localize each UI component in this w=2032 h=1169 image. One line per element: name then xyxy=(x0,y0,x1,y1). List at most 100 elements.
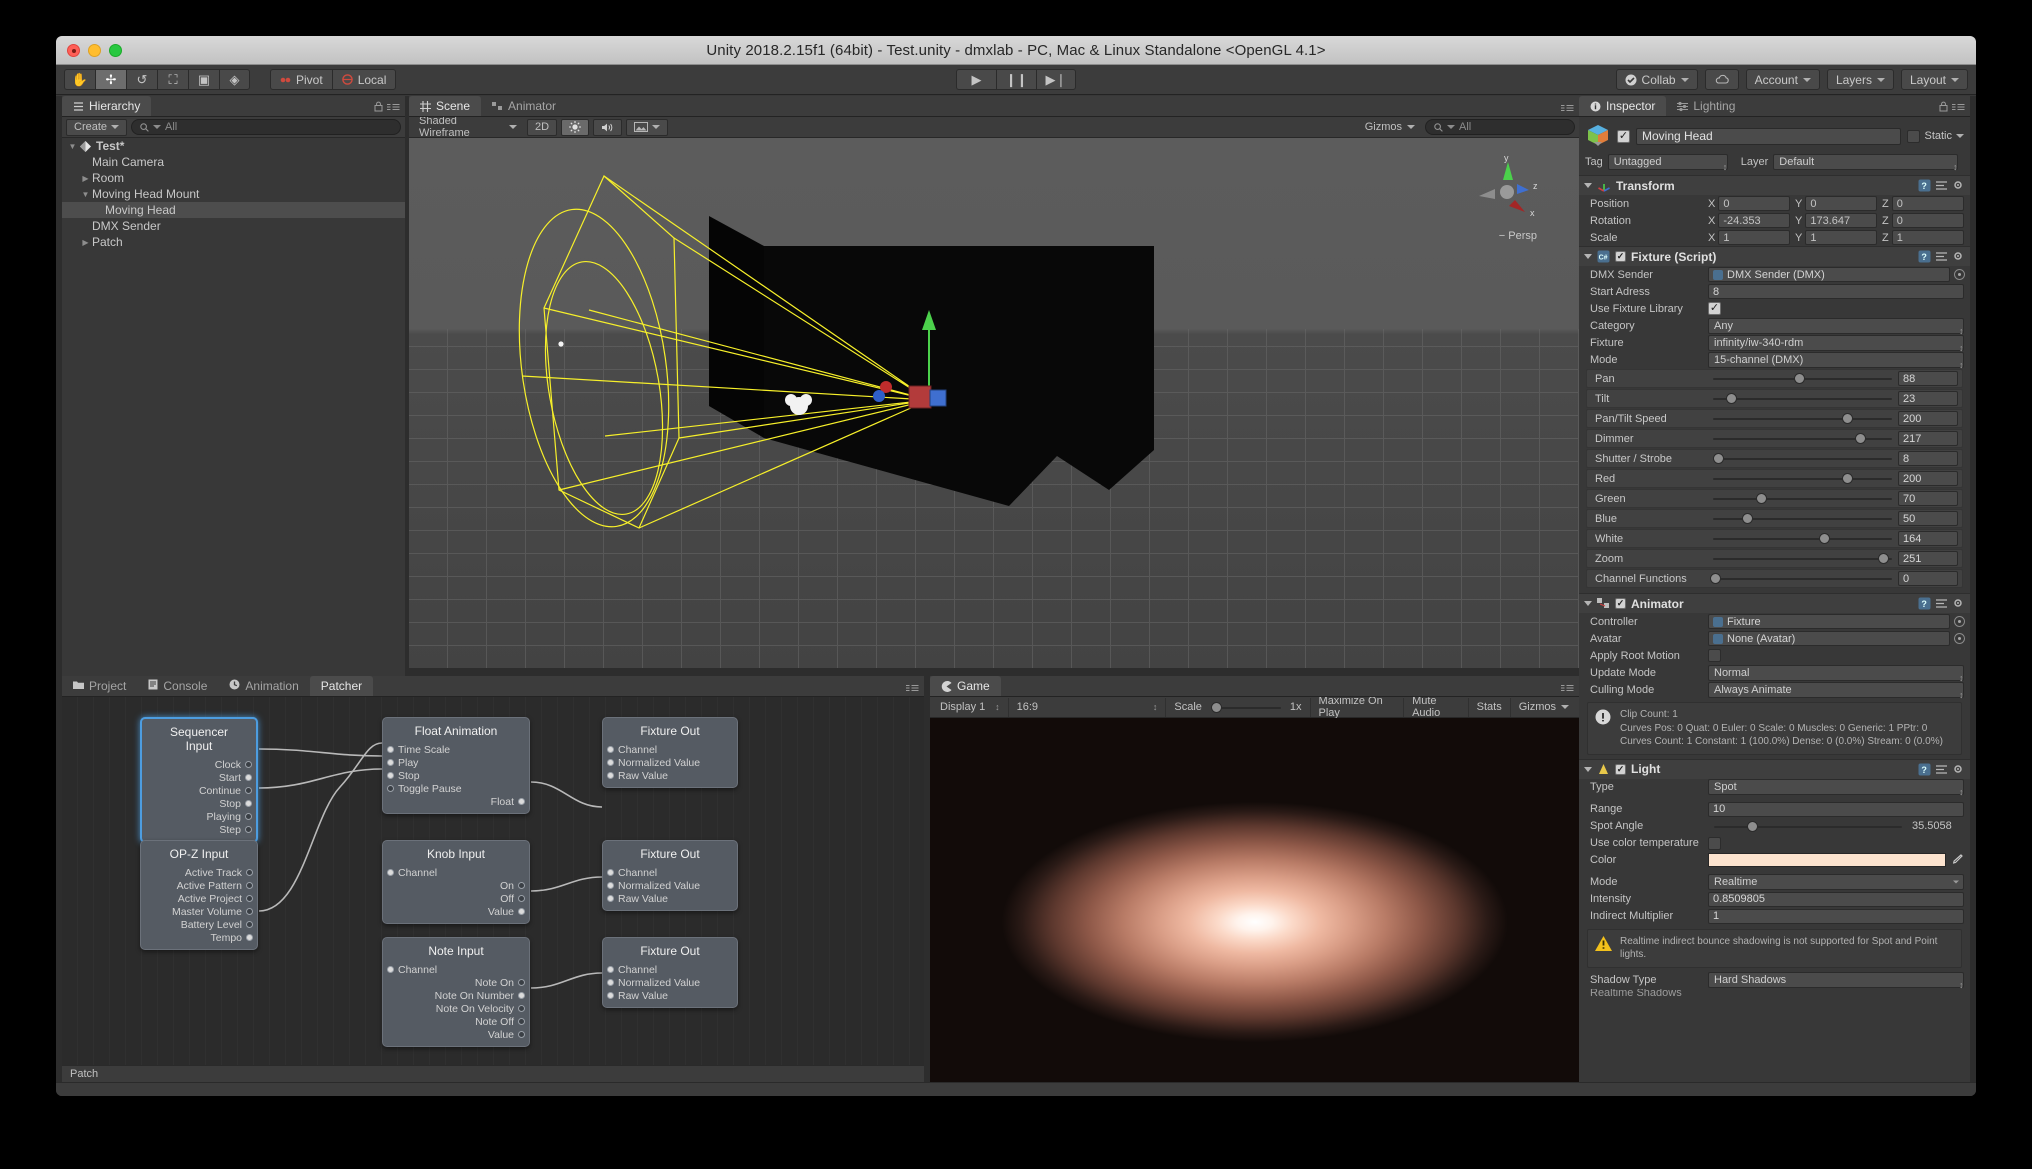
fixture-mode-dropdown[interactable]: 15-channel (DMX) xyxy=(1708,352,1964,368)
port-dot-icon[interactable] xyxy=(607,772,614,779)
patcher-node-out2[interactable]: Fixture OutChannelNormalized ValueRaw Va… xyxy=(602,840,738,911)
fixture-slider-green-handle[interactable] xyxy=(1756,493,1767,504)
patcher-port-in[interactable]: Channel xyxy=(603,743,737,756)
fixture-slider-dimmer-track[interactable] xyxy=(1713,432,1892,445)
game-aspect-dropdown[interactable]: 16:9 ↕ xyxy=(1009,698,1167,717)
port-dot-icon[interactable] xyxy=(245,761,252,768)
transform-x-input[interactable]: 1 xyxy=(1718,230,1790,245)
animator-header[interactable]: ✓ Animator ? xyxy=(1579,594,1970,613)
transform-header-buttons[interactable]: ? xyxy=(1918,179,1965,192)
transform-z-input[interactable]: 0 xyxy=(1892,213,1964,228)
fixture-slider-white[interactable]: White164 xyxy=(1586,529,1963,548)
tab-inspector[interactable]: Inspector xyxy=(1579,96,1666,116)
foldout-right-icon[interactable]: ▶ xyxy=(79,174,92,183)
patcher-port-out[interactable]: Note On xyxy=(383,976,529,989)
fixture-start-adress-input[interactable]: 8 xyxy=(1708,284,1964,299)
animator-update-mode-dropdown[interactable]: Normal xyxy=(1708,665,1964,681)
gameobject-name-input[interactable]: Moving Head xyxy=(1636,128,1901,145)
port-dot-icon[interactable] xyxy=(518,895,525,902)
panel-menu-icon[interactable] xyxy=(1561,683,1574,692)
draw-mode-dropdown[interactable]: Shaded Wireframe xyxy=(413,119,523,136)
patcher-node-opz[interactable]: OP-Z InputActive TrackActive PatternActi… xyxy=(140,840,258,950)
patcher-node-knob[interactable]: Knob InputChannelOnOffValue xyxy=(382,840,530,924)
fixture-slider-red-value[interactable]: 200 xyxy=(1898,471,1958,486)
port-dot-icon[interactable] xyxy=(607,882,614,889)
patcher-port-out[interactable]: Start xyxy=(142,771,256,784)
window-controls[interactable] xyxy=(67,44,122,57)
scene-axis-gizmo[interactable]: y z x xyxy=(1473,156,1543,226)
fixture-slider-pan-handle[interactable] xyxy=(1794,373,1805,384)
animator-header-buttons[interactable]: ? xyxy=(1918,597,1965,610)
animator-controller-object-field[interactable]: Fixture xyxy=(1708,614,1950,629)
tab-project[interactable]: Project xyxy=(62,676,137,696)
layout-button[interactable]: Layout xyxy=(1901,69,1968,90)
patcher-node-out3[interactable]: Fixture OutChannelNormalized ValueRaw Va… xyxy=(602,937,738,1008)
fixture-slider-shutter-strobe-value[interactable]: 8 xyxy=(1898,451,1958,466)
hand-tool-button[interactable]: ✋ xyxy=(64,69,95,90)
scene-search-input[interactable]: All xyxy=(1425,119,1575,135)
hierarchy-item-moving-head-mount[interactable]: ▼Moving Head Mount xyxy=(62,186,405,202)
patcher-node-out1[interactable]: Fixture OutChannelNormalized ValueRaw Va… xyxy=(602,717,738,788)
light-range-input[interactable]: 10 xyxy=(1708,802,1964,817)
tab-patcher[interactable]: Patcher xyxy=(310,676,373,696)
port-dot-icon[interactable] xyxy=(387,772,394,779)
fixture-slider-channel-functions-track[interactable] xyxy=(1713,572,1892,585)
port-dot-icon[interactable] xyxy=(607,759,614,766)
port-dot-icon[interactable] xyxy=(246,869,253,876)
static-checkbox[interactable] xyxy=(1907,130,1920,143)
fixture-slider-pan-track[interactable] xyxy=(1713,372,1892,385)
transform-x-input[interactable]: -24.353 xyxy=(1718,213,1790,228)
game-mute-toggle[interactable]: Mute Audio xyxy=(1404,698,1469,717)
patcher-port-out[interactable]: Active Track xyxy=(141,866,257,879)
transform-header[interactable]: Transform ? xyxy=(1579,176,1970,195)
gear-icon[interactable] xyxy=(1952,597,1965,610)
tab-lighting[interactable]: Lighting xyxy=(1666,96,1746,116)
patcher-port-out[interactable]: Master Volume xyxy=(141,905,257,918)
fixture-slider-blue-track[interactable] xyxy=(1713,512,1892,525)
patcher-port-out[interactable]: Continue xyxy=(142,784,256,797)
tab-game[interactable]: Game xyxy=(930,676,1001,696)
port-dot-icon[interactable] xyxy=(518,908,525,915)
tab-scene[interactable]: Scene xyxy=(409,96,481,116)
port-dot-icon[interactable] xyxy=(387,869,394,876)
fixture-slider-dimmer-value[interactable]: 217 xyxy=(1898,431,1958,446)
light-foldout-icon[interactable] xyxy=(1584,767,1592,772)
light-colortemp-checkbox[interactable] xyxy=(1708,837,1721,850)
rect-tool-button[interactable]: ▣ xyxy=(188,69,219,90)
gear-icon[interactable] xyxy=(1952,250,1965,263)
game-viewport[interactable] xyxy=(930,718,1579,1082)
patcher-port-in[interactable]: Time Scale xyxy=(383,743,529,756)
animator-avatar-picker-button[interactable] xyxy=(1954,633,1965,644)
scene-effects-toggle[interactable] xyxy=(626,119,668,136)
port-dot-icon[interactable] xyxy=(518,979,525,986)
hierarchy-item-dmx-sender[interactable]: DMX Sender xyxy=(62,218,405,234)
port-dot-icon[interactable] xyxy=(518,882,525,889)
fixture-slider-tilt-value[interactable]: 23 xyxy=(1898,391,1958,406)
light-indirect-input[interactable]: 1 xyxy=(1708,909,1964,924)
fixture-slider-shutter-strobe[interactable]: Shutter / Strobe8 xyxy=(1586,449,1963,468)
port-dot-icon[interactable] xyxy=(245,787,252,794)
fixture-slider-white-track[interactable] xyxy=(1713,532,1892,545)
patcher-port-out[interactable]: Playing xyxy=(142,810,256,823)
fixture-slider-blue-handle[interactable] xyxy=(1742,513,1753,524)
pivot-space-group[interactable]: Pivot Local xyxy=(270,69,396,90)
fixture-use-fixture-library-checkbox[interactable]: ✓ xyxy=(1708,302,1721,315)
tab-animation[interactable]: Animation xyxy=(218,676,309,696)
gear-icon[interactable] xyxy=(1952,763,1965,776)
port-dot-icon[interactable] xyxy=(518,1031,525,1038)
port-dot-icon[interactable] xyxy=(387,785,394,792)
tag-dropdown[interactable]: Untagged xyxy=(1608,154,1728,170)
rotate-tool-button[interactable]: ↺ xyxy=(126,69,157,90)
fixture-slider-tilt-handle[interactable] xyxy=(1726,393,1737,404)
gear-icon[interactable] xyxy=(1952,179,1965,192)
panel-menu-icon[interactable] xyxy=(906,683,919,692)
patcher-port-in[interactable]: Raw Value xyxy=(603,989,737,1002)
port-dot-icon[interactable] xyxy=(246,934,253,941)
static-toggle[interactable]: Static xyxy=(1907,130,1964,143)
inspector-tab-options[interactable] xyxy=(1939,101,1965,112)
move-tool-button[interactable]: ✢ xyxy=(95,69,126,90)
transform-tool-button[interactable]: ◈ xyxy=(219,69,250,90)
transform-foldout-icon[interactable] xyxy=(1584,183,1592,188)
minimize-button[interactable] xyxy=(88,44,101,57)
scene-gizmos-dropdown[interactable]: Gizmos xyxy=(1359,119,1421,136)
